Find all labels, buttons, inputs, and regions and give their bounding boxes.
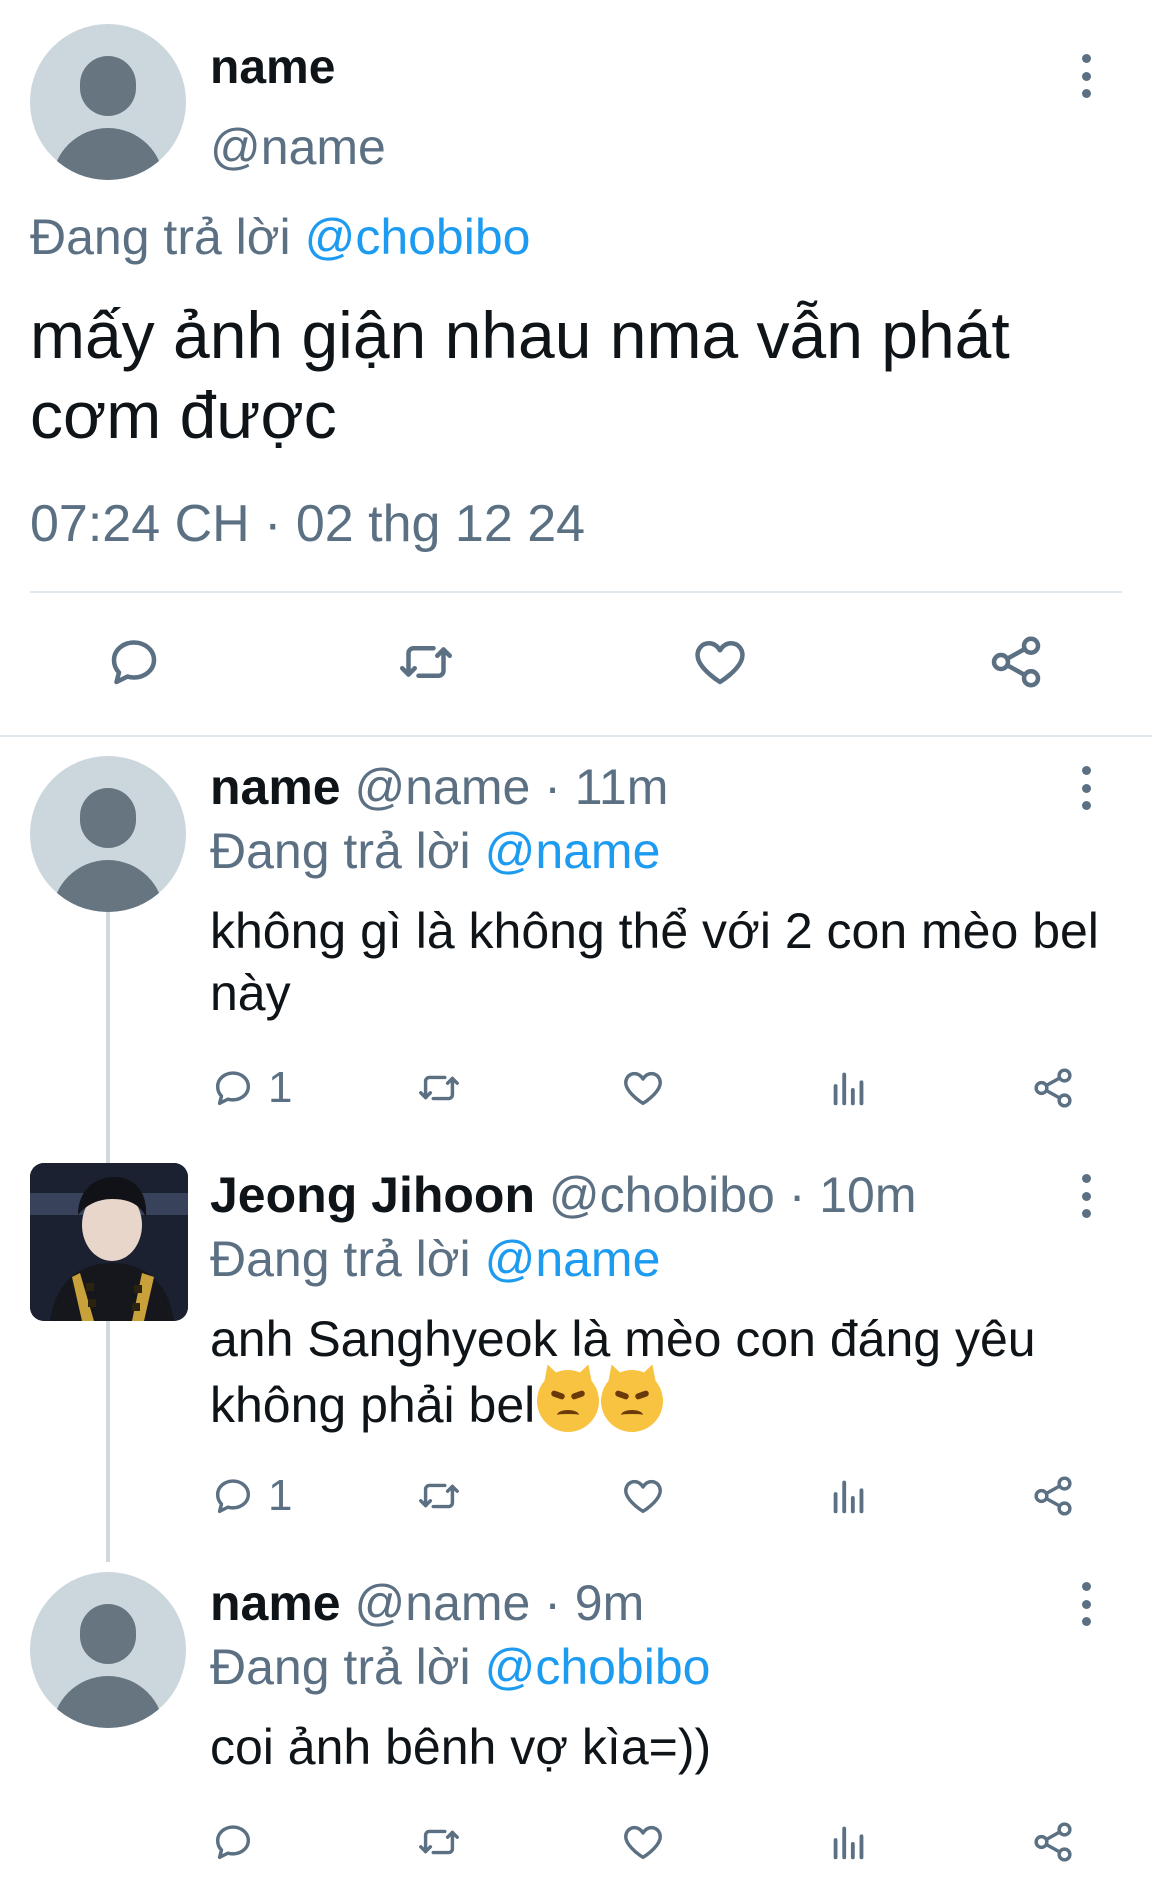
reply-author-name[interactable]: Jeong Jihoon <box>210 1167 535 1223</box>
retweet-icon <box>400 646 452 678</box>
retweet-icon <box>419 1829 459 1855</box>
main-tweet-timestamp[interactable]: 07:24 CH · 02 thg 12 24 <box>30 494 585 554</box>
avatar-body <box>52 128 164 180</box>
reply-reply-button[interactable] <box>210 1818 256 1866</box>
reply-avatar[interactable] <box>30 756 186 912</box>
avatar-head <box>80 788 136 848</box>
reply-share-button[interactable] <box>1030 1472 1076 1520</box>
reply-share-button[interactable] <box>1030 1064 1076 1112</box>
reply-header: name @name · 9m <box>210 1574 644 1632</box>
reply-count: 1 <box>268 1471 293 1520</box>
reply-like-button[interactable] <box>620 1472 666 1520</box>
like-icon <box>624 1071 662 1106</box>
reply-reply-button[interactable]: 1 <box>210 1471 293 1520</box>
reply-analytics-button[interactable] <box>826 1472 872 1520</box>
like-icon <box>624 1825 662 1860</box>
analytics-icon <box>833 1480 864 1514</box>
reply-header: name @name · 11m <box>210 758 668 816</box>
reply-meta: @name · 9m <box>354 1575 645 1631</box>
main-tweet-text: mấy ảnh giận nhau nma vẫn phát cơm được <box>30 298 1010 452</box>
main-tweet-replying-to: Đang trả lời @chobibo <box>30 208 530 266</box>
retweet-icon <box>419 1075 459 1101</box>
reply-text: không gì là không thể với 2 con mèo bel … <box>210 903 1099 1021</box>
reply-retweet-button[interactable] <box>416 1064 462 1112</box>
analytics-icon <box>833 1072 864 1106</box>
pouting-cat-emoji <box>537 1370 600 1432</box>
share-icon <box>1034 1822 1072 1862</box>
jeong-jihoon-avatar[interactable] <box>30 1163 188 1321</box>
share-icon <box>1034 1476 1072 1516</box>
avatar-body <box>52 1676 164 1728</box>
main-tweet-author-name[interactable]: name <box>210 40 335 95</box>
share-icon <box>1034 1068 1072 1108</box>
reply-icon <box>111 640 157 685</box>
reply-author-name[interactable]: name <box>210 1575 341 1631</box>
main-retweet-button[interactable] <box>396 632 456 692</box>
main-reply-button[interactable] <box>104 632 164 692</box>
reply-icon <box>215 1071 251 1106</box>
main-tweet-avatar[interactable] <box>30 24 186 180</box>
profile-photo <box>30 1163 188 1321</box>
reply-replying-to: Đang trả lời @chobibo <box>210 1638 710 1696</box>
reply-more-icon[interactable] <box>1076 1582 1096 1626</box>
reply-more-icon[interactable] <box>1076 1174 1096 1218</box>
reply-replying-to: Đang trả lời @name <box>210 1230 660 1288</box>
replying-prefix: Đang trả lời <box>210 1639 485 1695</box>
like-icon <box>695 641 745 685</box>
main-tweet-more-icon[interactable] <box>1076 54 1096 98</box>
reply-share-button[interactable] <box>1030 1818 1076 1866</box>
reply-icon <box>215 1825 251 1860</box>
reply-icon <box>215 1479 251 1514</box>
section-divider <box>0 735 1152 737</box>
replying-prefix: Đang trả lời <box>210 823 485 879</box>
pouting-cat-emoji <box>601 1370 664 1432</box>
retweet-icon <box>419 1483 459 1509</box>
reply-header: Jeong Jihoon @chobibo · 10m <box>210 1166 917 1224</box>
analytics-icon <box>833 1826 864 1860</box>
replying-to-link[interactable]: @chobibo <box>305 209 531 265</box>
reply-meta: @chobibo · 10m <box>548 1167 917 1223</box>
avatar-head <box>80 56 136 116</box>
reply-like-button[interactable] <box>620 1818 666 1866</box>
replying-to-link[interactable]: @chobibo <box>485 1639 711 1695</box>
reply-replying-to: Đang trả lời @name <box>210 822 660 880</box>
reply-meta: @name · 11m <box>354 759 669 815</box>
reply-retweet-button[interactable] <box>416 1818 462 1866</box>
like-icon <box>624 1479 662 1514</box>
share-icon <box>991 636 1041 688</box>
replying-prefix: Đang trả lời <box>210 1231 485 1287</box>
reply-more-icon[interactable] <box>1076 766 1096 810</box>
reply-author-name[interactable]: name <box>210 759 341 815</box>
replying-to-link[interactable]: @name <box>485 823 661 879</box>
main-share-button[interactable] <box>986 632 1046 692</box>
avatar-body <box>52 860 164 912</box>
reply-reply-button[interactable]: 1 <box>210 1063 293 1112</box>
replying-prefix: Đang trả lời <box>30 209 305 265</box>
reply-text: coi ảnh bênh vợ kìa=)) <box>210 1719 712 1775</box>
reply-retweet-button[interactable] <box>416 1472 462 1520</box>
main-like-button[interactable] <box>690 632 750 692</box>
main-tweet-author-handle[interactable]: @name <box>210 118 386 176</box>
reply-count: 1 <box>268 1063 293 1112</box>
avatar-head <box>80 1604 136 1664</box>
divider <box>30 591 1122 593</box>
reply-analytics-button[interactable] <box>826 1064 872 1112</box>
reply-analytics-button[interactable] <box>826 1818 872 1866</box>
replying-to-link[interactable]: @name <box>485 1231 661 1287</box>
reply-like-button[interactable] <box>620 1064 666 1112</box>
reply-text: anh Sanghyeok là mèo con đáng yêu không … <box>210 1308 1140 1436</box>
reply-avatar[interactable] <box>30 1572 186 1728</box>
